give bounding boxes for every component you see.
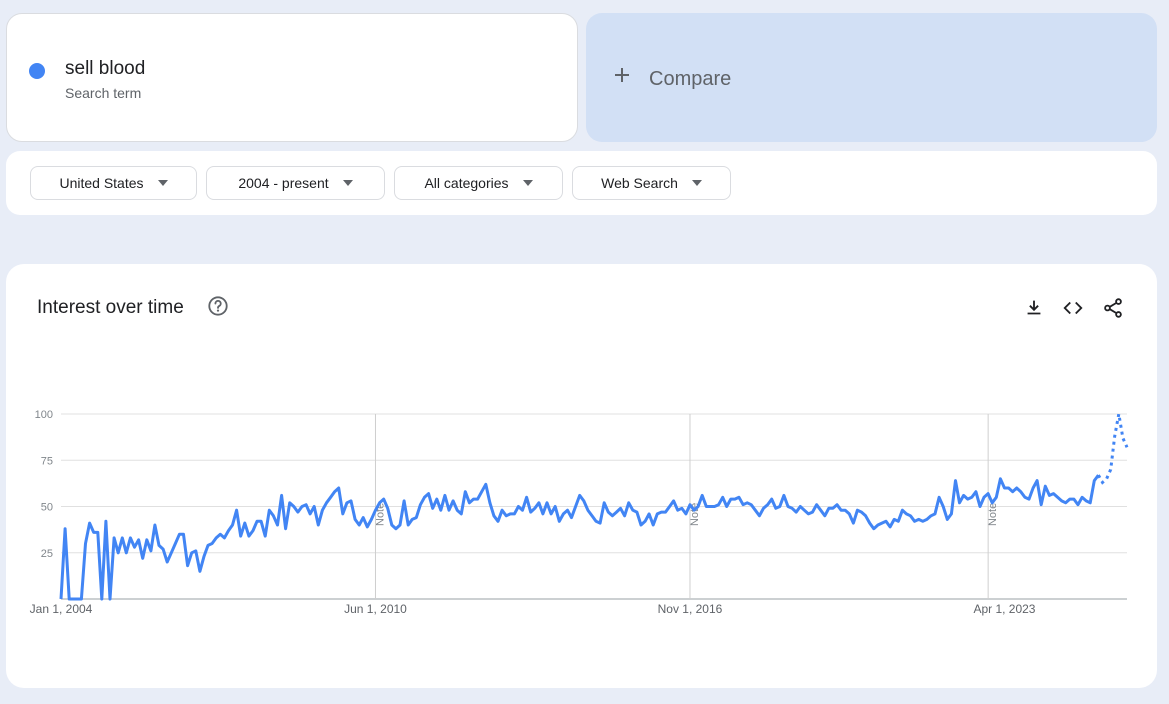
category-dropdown[interactable]: All categories (394, 166, 563, 200)
interest-over-time-card: Interest over time 25 50 75 100 Note Note Note… (6, 264, 1157, 688)
x-tick-label: Nov 1, 2016 (658, 602, 723, 616)
y-tick-label: 25 (41, 548, 53, 560)
category-dropdown-label: All categories (424, 175, 509, 191)
plus-icon (615, 68, 629, 82)
note-label: Note (987, 503, 999, 526)
search-type-dropdown-label: Web Search (601, 175, 678, 191)
time-range-dropdown[interactable]: 2004 - present (206, 166, 385, 200)
x-tick-label: Jun 1, 2010 (344, 602, 407, 616)
region-dropdown[interactable]: United States (30, 166, 197, 200)
y-tick-label: 75 (41, 455, 53, 467)
search-term-card[interactable]: sell blood Search term (6, 13, 578, 142)
search-term-name: sell blood (65, 58, 146, 79)
caret-down-icon (342, 180, 353, 186)
search-type-dropdown[interactable]: Web Search (572, 166, 731, 200)
time-range-dropdown-label: 2004 - present (238, 175, 329, 191)
compare-label: Compare (649, 68, 732, 90)
compare-button[interactable]: Compare (586, 13, 1157, 142)
x-tick-label: Jan 1, 2004 (30, 602, 93, 616)
series-partial-line (1097, 413, 1129, 485)
y-tick-label: 100 (35, 409, 53, 421)
search-term-subtitle: Search term (65, 85, 142, 101)
filter-bar: United States 2004 - present All categor… (6, 151, 1157, 215)
caret-down-icon (522, 180, 533, 186)
series-color-dot (29, 63, 45, 79)
caret-down-icon (157, 180, 168, 186)
y-tick-label: 50 (41, 502, 53, 514)
caret-down-icon (691, 180, 702, 186)
x-tick-label: Apr 1, 2023 (973, 602, 1035, 616)
series-line (59, 474, 1100, 601)
line-chart: 255075100Note Note NoteJan 1, 2004 Jun 1, 2… (30, 409, 1129, 616)
region-dropdown-label: United States (59, 175, 144, 191)
